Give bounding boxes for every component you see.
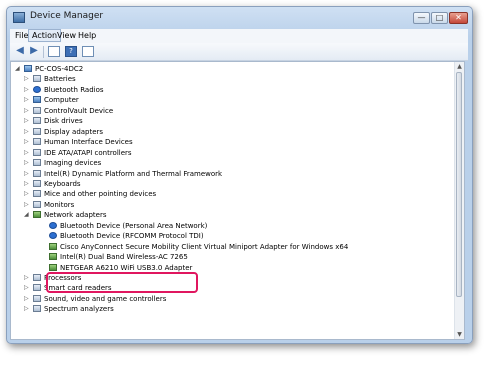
device-category-icon (33, 190, 41, 198)
tree-item-label: Bluetooth Device (RFCOMM Protocol TDI) (60, 232, 204, 241)
expand-arrow-icon[interactable]: ▷ (24, 169, 29, 179)
menu-help[interactable]: Help (75, 30, 99, 41)
device-category-icon (33, 179, 41, 187)
collapse-arrow-icon[interactable]: ◢ (24, 210, 29, 220)
tree-item-label: Spectrum analyzers (44, 305, 114, 314)
expand-arrow-icon[interactable]: ▷ (24, 283, 29, 293)
expand-arrow-icon[interactable]: ▷ (24, 74, 29, 84)
scroll-down-icon[interactable]: ▼ (455, 330, 464, 339)
tree-item-label: IDE ATA/ATAPI controllers (44, 148, 132, 157)
device-category-icon (33, 96, 41, 104)
properties-icon[interactable] (82, 46, 94, 57)
device-category-icon (33, 106, 41, 114)
scroll-up-icon[interactable]: ▲ (455, 62, 464, 71)
device-category-icon (33, 284, 41, 292)
forward-arrow-icon[interactable]: ▶ (28, 46, 40, 57)
device-category-icon (33, 211, 41, 219)
maximize-button[interactable]: □ (431, 12, 448, 24)
device-category-icon (33, 200, 41, 208)
expand-arrow-icon[interactable]: ▷ (24, 148, 29, 158)
tree-item-label: Batteries (44, 75, 76, 84)
tree-item-label: Bluetooth Radios (44, 85, 104, 94)
expand-arrow-icon[interactable]: ▷ (24, 189, 29, 199)
close-button[interactable]: ✕ (449, 12, 468, 24)
device-category-icon (33, 85, 41, 93)
vertical-scrollbar[interactable]: ▲ ▼ (454, 62, 464, 339)
device-category-icon (33, 148, 41, 156)
tree-item-label: Cisco AnyConnect Secure Mobility Client … (60, 242, 349, 251)
menu-bar: File Action View Help (10, 29, 468, 43)
expand-arrow-icon[interactable]: ▷ (24, 106, 29, 116)
device-category-icon (33, 117, 41, 125)
toolbar: ◀ ▶ ? (10, 43, 468, 61)
show-hide-console-tree-icon[interactable] (48, 46, 60, 57)
expand-arrow-icon[interactable]: ▷ (24, 95, 29, 105)
expand-arrow-icon[interactable]: ▷ (24, 158, 29, 168)
tree-item-label: Network adapters (44, 211, 107, 220)
device-category-icon (24, 65, 32, 72)
device-tree[interactable]: ◢ PC-COS-4DC2 ▷ Batteries ▷ Bluetooth Radios ▷… (10, 61, 465, 340)
tree-item-label: Display adapters (44, 127, 104, 136)
device-category-icon (33, 305, 41, 313)
expand-arrow-icon[interactable]: ▷ (24, 116, 29, 126)
expand-arrow-icon[interactable]: ▷ (24, 304, 29, 314)
tree-item-label: ControlVault Device (44, 106, 114, 115)
expand-arrow-icon[interactable]: ▷ (24, 294, 29, 304)
tree-item-label: Keyboards (44, 179, 81, 188)
device-category-icon (33, 138, 41, 146)
tree-item-label: Intel(R) Dynamic Platform and Thermal Fr… (44, 169, 223, 178)
device-manager-window: Device Manager — □ ✕ File Action View He… (6, 6, 473, 344)
tree-item-label: Bluetooth Device (Personal Area Network) (60, 221, 208, 230)
title-bar[interactable]: Device Manager — □ ✕ (7, 7, 472, 29)
window-title: Device Manager (30, 11, 104, 21)
expand-arrow-icon[interactable]: ▷ (24, 273, 29, 283)
expand-arrow-icon[interactable]: ▷ (24, 179, 29, 189)
device-category-icon (33, 294, 41, 302)
tree-item-label: Sound, video and game controllers (44, 294, 167, 303)
expand-arrow-icon[interactable]: ▷ (24, 127, 29, 137)
tree-item-label: Human Interface Devices (44, 138, 133, 147)
highlight-box (46, 272, 198, 293)
device-category-icon (33, 75, 41, 83)
device-category-icon (33, 159, 41, 167)
back-arrow-icon[interactable]: ◀ (14, 46, 26, 57)
tree-item-label: Mice and other pointing devices (44, 190, 157, 199)
minimize-button[interactable]: — (413, 12, 430, 24)
device-category-icon (33, 127, 41, 135)
help-icon[interactable]: ? (65, 46, 77, 57)
tree-item-label: Monitors (44, 200, 75, 209)
device-category-icon (33, 274, 41, 281)
scrollbar-thumb[interactable] (456, 72, 462, 297)
collapse-arrow-icon[interactable]: ◢ (15, 64, 20, 74)
tree-item-label: Disk drives (44, 117, 83, 126)
expand-arrow-icon[interactable]: ▷ (24, 137, 29, 147)
tree-item-label: Imaging devices (44, 159, 102, 168)
expand-arrow-icon[interactable]: ▷ (24, 85, 29, 95)
tree-item-label: PC-COS-4DC2 (35, 65, 84, 73)
device-category-icon (49, 232, 57, 240)
tree-item-label: Intel(R) Dual Band Wireless-AC 7265 (60, 253, 188, 262)
device-category-icon (49, 263, 57, 271)
device-category-icon (49, 253, 57, 261)
toolbar-separator (43, 46, 44, 58)
device-category-icon (49, 242, 57, 250)
device-category-icon (49, 221, 57, 229)
tree-item-label: Computer (44, 96, 79, 105)
device-manager-icon (13, 12, 25, 23)
device-category-icon (33, 169, 41, 177)
expand-arrow-icon[interactable]: ▷ (24, 200, 29, 210)
